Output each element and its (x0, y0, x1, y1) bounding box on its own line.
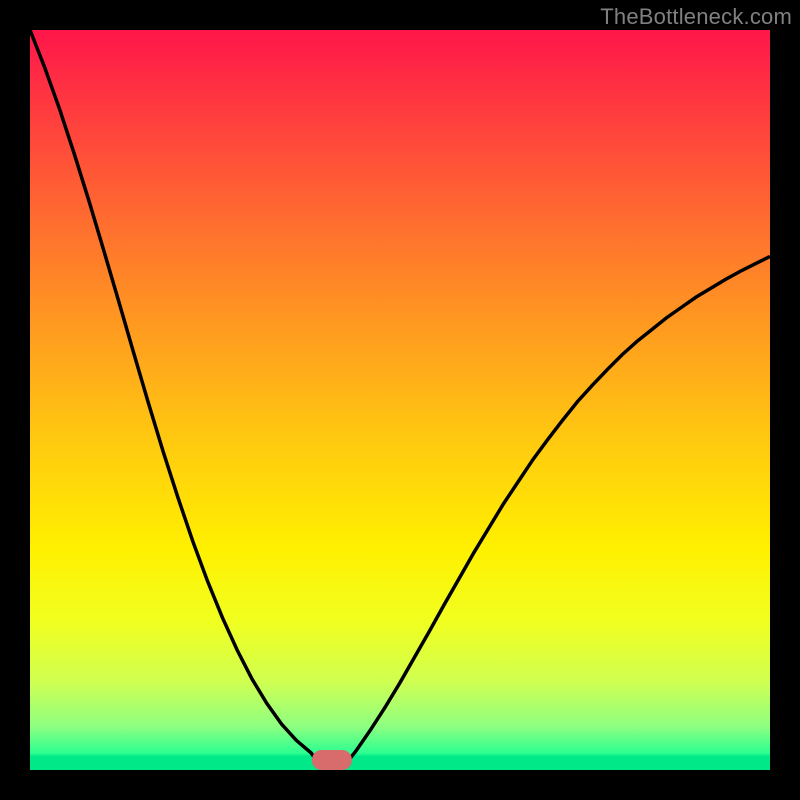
chart-frame: TheBottleneck.com (0, 0, 800, 800)
optimum-marker (312, 750, 352, 770)
plot-background (30, 30, 770, 770)
plot-area (30, 30, 770, 770)
plot-svg (30, 30, 770, 770)
watermark-text: TheBottleneck.com (600, 4, 792, 30)
